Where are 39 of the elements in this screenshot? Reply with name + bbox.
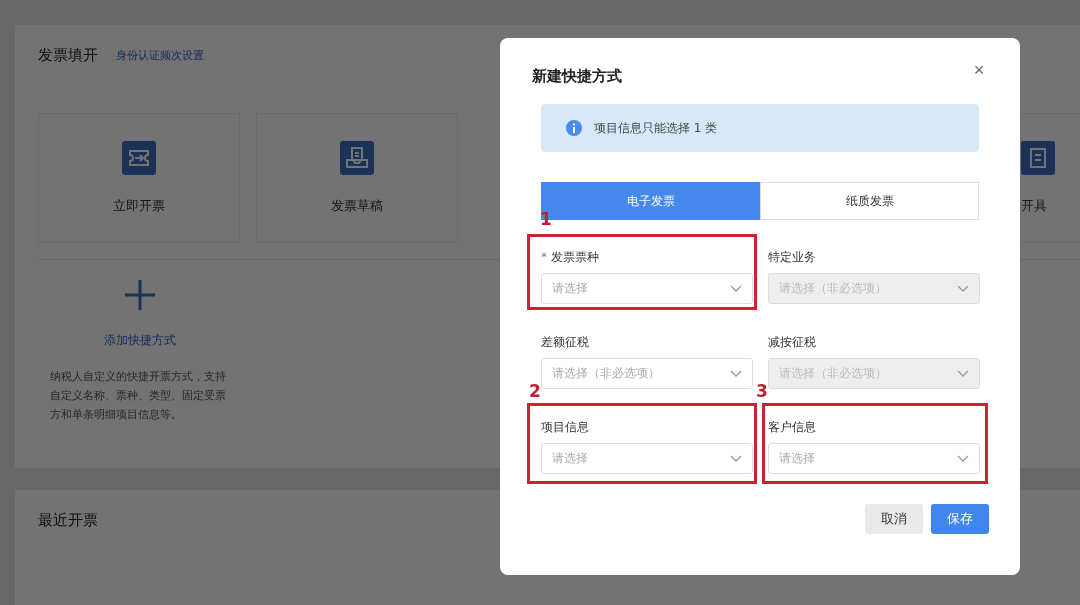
annotation-number: 3 (756, 381, 768, 401)
save-button[interactable]: 保存 (931, 504, 989, 534)
shortcut-label: 开具 (1021, 197, 1047, 215)
select-field[interactable]: 请选择 (541, 273, 753, 304)
close-button[interactable]: × (969, 60, 989, 80)
document-tray-icon (340, 141, 374, 175)
chevron-down-icon (957, 454, 969, 463)
field-label: 特定业务 (768, 248, 816, 266)
select-field[interactable]: 请选择 (768, 443, 980, 474)
field-label: 项目信息 (541, 418, 589, 436)
add-shortcut-button[interactable]: 添加快捷方式 (50, 278, 230, 349)
chevron-down-icon (730, 284, 742, 293)
chevron-down-icon (957, 284, 969, 293)
shortcut-label: 发票草稿 (331, 197, 383, 215)
plus-icon (123, 278, 157, 312)
cancel-button[interactable]: 取消 (865, 504, 923, 534)
ticket-icon (122, 141, 156, 175)
shortcut-card[interactable]: 发票草稿 (256, 113, 458, 243)
shortcut-label: 立即开票 (113, 197, 165, 215)
settings-link[interactable]: 身份认证频次设置 (116, 47, 204, 63)
field-label: 客户信息 (768, 418, 816, 436)
section-title: 发票填开 (38, 45, 98, 65)
field-label: 发票票种 (551, 248, 599, 266)
select-field[interactable]: 请选择（非必选项） (541, 358, 753, 389)
section-title: 最近开票 (38, 511, 98, 529)
invoice-type-tab[interactable]: 纸质发票 (760, 182, 979, 220)
field-label: 减按征税 (768, 333, 816, 351)
chevron-down-icon (730, 369, 742, 378)
field-label: 差额征税 (541, 333, 589, 351)
required-mark: * (541, 250, 547, 264)
dialog-title: 新建快捷方式 (532, 66, 622, 86)
select-field[interactable]: 请选择 (541, 443, 753, 474)
info-icon (566, 120, 582, 136)
shortcut-card[interactable]: 立即开票 (38, 113, 240, 243)
chevron-down-icon (730, 454, 742, 463)
info-text: 项目信息只能选择 1 类 (594, 119, 718, 137)
chevron-down-icon (957, 369, 969, 378)
annotation-number: 2 (529, 381, 541, 401)
shortcut-description: 纳税人自定义的快捷开票方式，支持自定义名称、票种、类型、固定受票方和单条明细项目信息等。 (50, 369, 227, 423)
